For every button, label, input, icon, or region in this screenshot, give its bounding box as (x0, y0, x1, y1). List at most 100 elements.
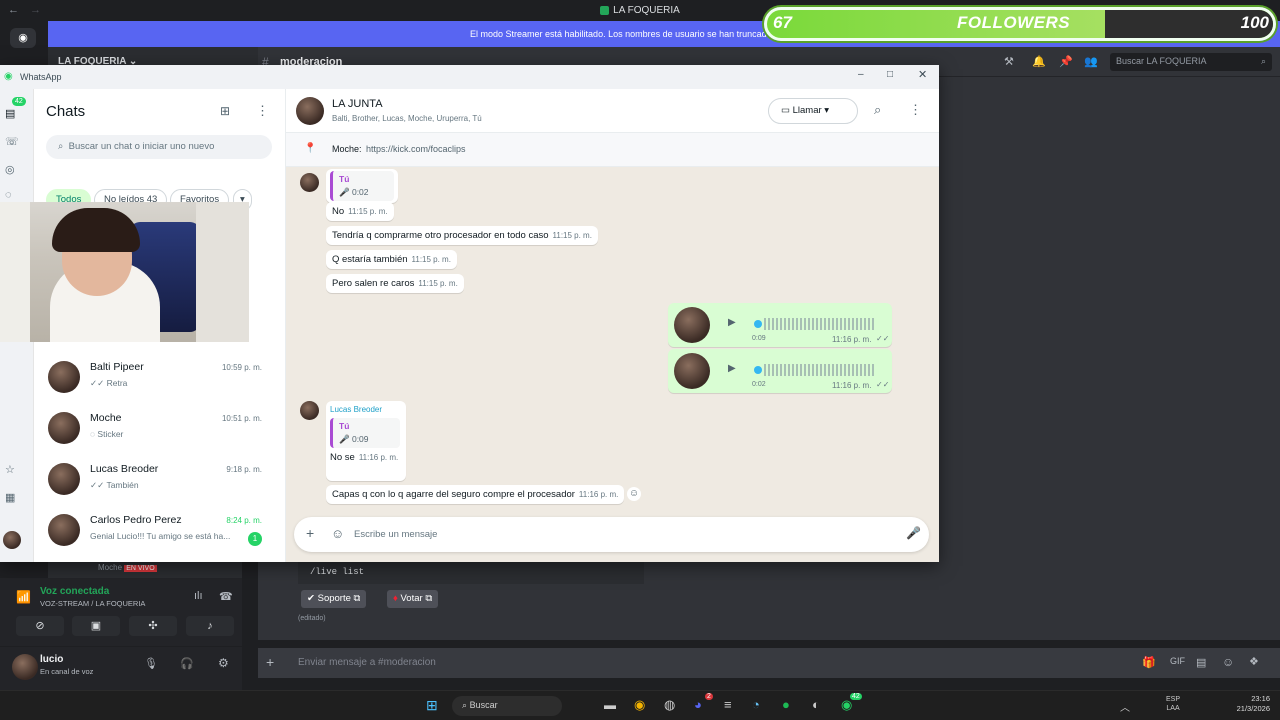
maximize-icon[interactable]: □ (887, 69, 893, 80)
file-explorer-icon[interactable]: ▬ (604, 698, 616, 712)
user-name: lucio (40, 654, 64, 665)
menu-dots-icon[interactable]: ⋮ (256, 103, 269, 119)
members-icon[interactable]: 👥 (1084, 55, 1098, 68)
profile-avatar[interactable] (3, 531, 21, 549)
attach-plus-icon[interactable]: + (306, 525, 314, 541)
user-panel: lucio En canal de voz 🎙 🎧 ⚙ (0, 647, 242, 690)
obs-icon[interactable]: ◐ (812, 697, 820, 712)
gift-icon[interactable]: 🎁 (1142, 656, 1156, 669)
support-button[interactable]: ✔ Soporte ⧉ (301, 590, 367, 608)
pinned-message-bar[interactable]: 📍 Moche: https://kick.com/focaclips (286, 133, 939, 167)
message-bubble[interactable]: Capas q con lo q agarre del seguro compr… (326, 485, 625, 504)
message-text: Q estaría también (332, 254, 408, 265)
play-icon[interactable]: ▶ (728, 317, 736, 328)
discord-home-icon[interactable]: ◉ (10, 28, 36, 48)
microphone-icon[interactable]: 🎙 (144, 657, 158, 670)
activities-button[interactable]: ✣ (129, 616, 177, 636)
quoted-voice-reply[interactable]: Tú 🎤 0:02 (326, 169, 398, 203)
steam-client-icon[interactable]: ◔ (752, 697, 760, 712)
gif-icon[interactable]: GIF (1170, 656, 1185, 666)
chat-row[interactable]: Lucas Breoder ✓✓ También 9:18 p. m. (34, 455, 286, 506)
search-icon[interactable]: ⌕ (874, 102, 881, 118)
chat-name: Balti Pipeer (90, 361, 144, 373)
calls-icon[interactable]: ☏ (5, 135, 19, 148)
noise-icon[interactable]: ılı (194, 590, 203, 602)
emoji-icon[interactable]: ☺ (331, 526, 344, 541)
chats-nav-icon[interactable]: ▤ (5, 107, 15, 120)
message-time: 11:15 p. m. (552, 231, 592, 240)
whatsapp-titlebar: ◉ WhatsApp – □ ✕ (0, 65, 939, 89)
double-check-icon: ✓✓ (876, 334, 890, 343)
taskbar-clock[interactable]: 23:16 21/3/2026 (1228, 694, 1270, 714)
outgoing-audio-message[interactable]: ▶ 0:09 11:16 p. m. ✓✓ (668, 303, 892, 347)
new-chat-icon[interactable]: ⊞ (220, 104, 230, 118)
taskbar-search-label: Buscar (469, 700, 498, 710)
audio-progress-dot[interactable] (754, 320, 762, 328)
conversation-header[interactable]: LA JUNTA Balti, Brother, Lucas, Moche, U… (286, 89, 939, 133)
close-icon[interactable]: ✕ (918, 68, 927, 81)
audio-progress-dot[interactable] (754, 366, 762, 374)
emoji-icon[interactable]: ☺ (1222, 655, 1234, 669)
camera-button[interactable]: ⊘ (16, 616, 64, 636)
epic-icon[interactable]: ≡ (724, 697, 732, 712)
message-bubble[interactable]: No 11:15 p. m. (326, 202, 394, 221)
clock-date: 21/3/2026 (1236, 704, 1270, 713)
whatsapp-badge: 42 (850, 693, 862, 700)
sticker-icon[interactable]: ▤ (1196, 656, 1206, 669)
discord-search-input[interactable]: Buscar LA FOQUERIA ⌕ (1110, 53, 1272, 71)
attach-plus-icon[interactable]: + (266, 654, 274, 670)
group-avatar[interactable] (296, 97, 324, 125)
message-bubble[interactable]: Q estaría también 11:15 p. m. (326, 250, 457, 269)
windows-start-icon[interactable]: ⊞ (426, 697, 438, 714)
language-indicator[interactable]: ESP LAA (1166, 695, 1180, 713)
audio-duration: 0:09 (752, 335, 766, 342)
message-input[interactable]: Escribe un mensaje (354, 529, 894, 540)
chrome-icon[interactable]: ◉ (634, 697, 645, 713)
status-icon[interactable]: ◎ (5, 163, 15, 176)
message-text: Capas q con lo q agarre del seguro compr… (332, 489, 575, 500)
chat-search-input[interactable]: ⌕ Buscar un chat o iniciar uno nuevo (46, 135, 272, 159)
channels-icon[interactable]: ◌ (5, 189, 12, 201)
chat-row[interactable]: Carlos Pedro Perez Genial Lucio!!! Tu am… (34, 506, 286, 557)
conversation-panel: LA JUNTA Balti, Brother, Lucas, Moche, U… (286, 89, 939, 562)
followers-goal: 100 (1240, 13, 1269, 32)
avatar[interactable] (12, 654, 38, 680)
taskbar-search[interactable]: ⌕ Buscar (452, 696, 562, 716)
spotify-icon[interactable]: ● (782, 697, 790, 712)
call-button[interactable]: ▭ Llamar ▾ (768, 98, 858, 124)
chevron-up-icon[interactable]: ︿ (1120, 699, 1130, 714)
microphone-icon[interactable]: 🎤 (906, 526, 921, 540)
call-label: Llamar (792, 105, 822, 116)
quoted-voice-reply[interactable]: Lucas Breoder Tú 🎤 0:09 No se 11:16 p. m. (326, 401, 406, 481)
bell-icon[interactable]: 🔔 (1032, 55, 1046, 68)
minimize-icon[interactable]: – (858, 69, 864, 80)
audio-waveform (764, 318, 876, 330)
starred-icon[interactable]: ☆ (5, 463, 15, 476)
vote-button[interactable]: ♦ Votar ⧉ (387, 590, 439, 608)
message-bubble[interactable]: Pero salen re caros 11:15 p. m. (326, 274, 464, 293)
discord-input-placeholder: Enviar mensaje a #moderacion (298, 657, 436, 668)
react-emoji-icon[interactable]: ☺ (627, 487, 641, 501)
play-icon[interactable]: ▶ (728, 363, 736, 374)
layout-code: LAA (1166, 705, 1180, 712)
message-bubble[interactable]: Tendría q comprarme otro procesador en t… (326, 226, 598, 245)
screen-share-button[interactable]: ▣ (72, 616, 120, 636)
apps-icon[interactable]: ❖ (1249, 655, 1259, 668)
headphones-icon[interactable]: 🎧 (180, 657, 194, 670)
pinned-link[interactable]: https://kick.com/focaclips (366, 144, 466, 154)
soundboard-button[interactable]: ♪ (186, 616, 234, 636)
discord-message-input[interactable]: Enviar mensaje a #moderacion (258, 648, 1280, 678)
disconnect-icon[interactable]: ☎ (219, 590, 233, 603)
outgoing-audio-message[interactable]: ▶ 0:02 11:16 p. m. ✓✓ (668, 349, 892, 393)
window-title-text: LA FOQUERIA (613, 5, 680, 16)
sender-avatar (300, 401, 319, 420)
settings-gear-icon[interactable]: ⚙ (218, 656, 229, 670)
chat-row[interactable]: Balti Pipeer ✓✓ Retra 10:59 p. m. (34, 353, 286, 404)
discord-taskbar-icon[interactable]: ◕ (694, 697, 702, 712)
pin-icon[interactable]: 📌 (1059, 55, 1073, 68)
steam-icon[interactable]: ◍ (664, 697, 675, 713)
menu-dots-icon[interactable]: ⋮ (909, 102, 922, 118)
threads-icon[interactable]: ⚒ (1004, 55, 1014, 68)
chat-row[interactable]: Moche ◌ Sticker 10:51 p. m. (34, 404, 286, 455)
archived-icon[interactable]: ▦ (5, 491, 15, 504)
